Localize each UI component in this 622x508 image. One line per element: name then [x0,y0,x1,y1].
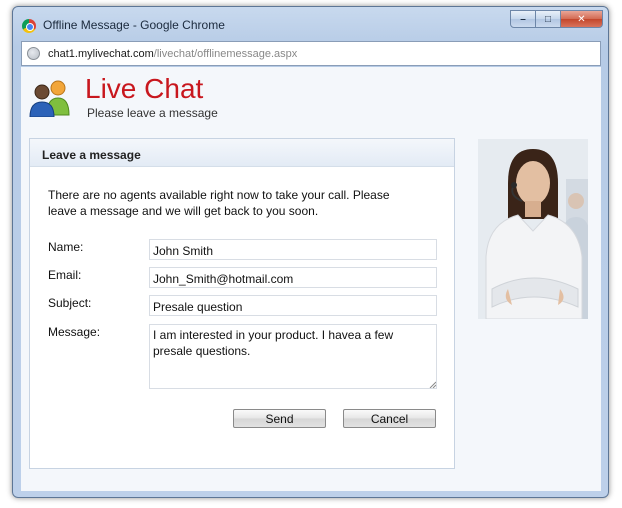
brand-subtitle: Please leave a message [87,106,218,120]
name-field[interactable] [149,239,437,260]
message-label: Message: [48,325,101,339]
brand-title: Live Chat [85,73,204,104]
subject-label: Subject: [48,296,92,310]
browser-window: Offline Message - Google Chrome – □ ✕ ch… [12,6,609,498]
window-controls: – □ ✕ [510,10,603,29]
cancel-button[interactable]: Cancel [343,409,436,428]
name-label: Name: [48,240,84,254]
agent-photo [478,139,588,319]
resize-grip-icon[interactable] [429,381,436,388]
url-path: /livechat/offlinemessage.aspx [153,48,298,60]
close-icon: ✕ [577,13,586,25]
url-host: chat1.mylivechat.com [48,48,154,60]
message-field[interactable]: I am interested in your product. I havea… [149,324,437,389]
window-title: Offline Message - Google Chrome [43,18,225,32]
page-content: Live Chat Please leave a message Leave a… [21,67,601,491]
panel-header: Leave a message [30,139,454,167]
maximize-button[interactable]: □ [535,10,561,28]
intro-text: There are no agents available right now … [48,188,390,218]
minimize-button[interactable]: – [510,10,536,28]
maximize-icon: □ [544,13,552,25]
globe-icon [27,47,40,60]
message-panel: Leave a message There are no agents avai… [29,138,455,469]
email-label: Email: [48,268,82,282]
subject-field[interactable] [149,295,437,316]
email-field[interactable] [149,267,437,288]
chrome-icon [22,19,36,33]
close-button[interactable]: ✕ [560,10,603,28]
address-bar[interactable]: chat1.mylivechat.com/livechat/offlinemes… [21,41,601,66]
send-button[interactable]: Send [233,409,326,428]
url-text[interactable]: chat1.mylivechat.com/livechat/offlinemes… [48,48,297,60]
title-bar[interactable]: Offline Message - Google Chrome – □ ✕ [13,7,608,37]
minimize-icon: – [520,13,526,25]
users-icon [29,80,70,117]
